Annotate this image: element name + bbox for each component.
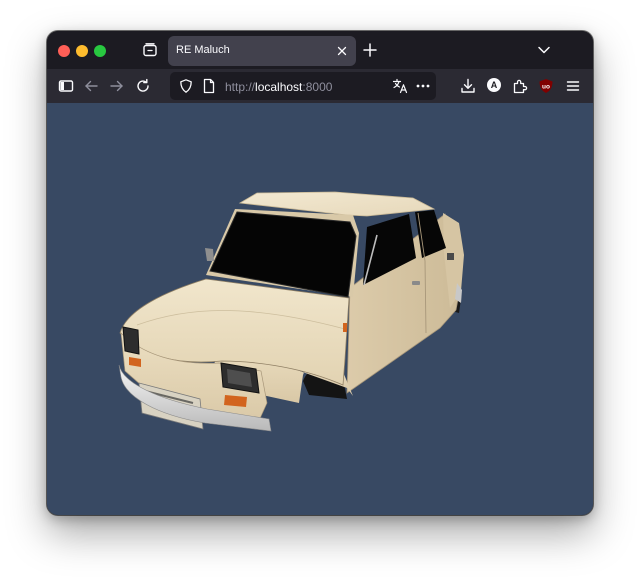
new-tab-icon[interactable] [363, 43, 377, 57]
tab-active[interactable]: RE Maluch [168, 36, 356, 66]
url-port: :8000 [302, 80, 333, 94]
url-host: localhost [255, 80, 303, 94]
close-tab-icon[interactable] [336, 45, 348, 57]
reload-icon[interactable] [135, 78, 151, 94]
car-model [118, 191, 464, 432]
sidebar-icon[interactable] [58, 78, 74, 94]
translate-icon[interactable] [392, 78, 408, 94]
chevron-down-icon[interactable] [537, 44, 551, 56]
tab-strip: RE Maluch [47, 31, 593, 69]
window-minimize-button[interactable] [76, 45, 88, 57]
address-bar[interactable]: http://localhost:8000 [170, 72, 436, 100]
downloads-icon[interactable] [460, 78, 476, 94]
url-scheme: http:// [225, 80, 256, 94]
ublock-origin-icon[interactable]: uo [538, 78, 554, 94]
page-info-icon[interactable] [201, 78, 217, 94]
browser-window: RE Maluch http://localhost:8000 A uo [47, 31, 593, 515]
navigation-toolbar: http://localhost:8000 A uo [47, 69, 593, 103]
car-3d-canvas[interactable] [47, 103, 593, 515]
tab-title: RE Maluch [176, 44, 230, 56]
window-zoom-button[interactable] [94, 45, 106, 57]
tab-overview-icon[interactable] [142, 42, 158, 58]
account-avatar[interactable]: A [487, 78, 501, 92]
more-actions-icon[interactable] [415, 78, 431, 94]
forward-arrow-icon[interactable] [109, 78, 125, 94]
page-viewport[interactable] [47, 103, 593, 515]
back-arrow-icon[interactable] [83, 78, 99, 94]
url-text[interactable]: http://localhost:8000 [225, 80, 332, 94]
shield-icon[interactable] [178, 78, 194, 94]
hamburger-menu-icon[interactable] [565, 78, 581, 94]
extensions-puzzle-icon[interactable] [512, 78, 528, 94]
window-close-button[interactable] [58, 45, 70, 57]
svg-text:uo: uo [542, 84, 550, 91]
